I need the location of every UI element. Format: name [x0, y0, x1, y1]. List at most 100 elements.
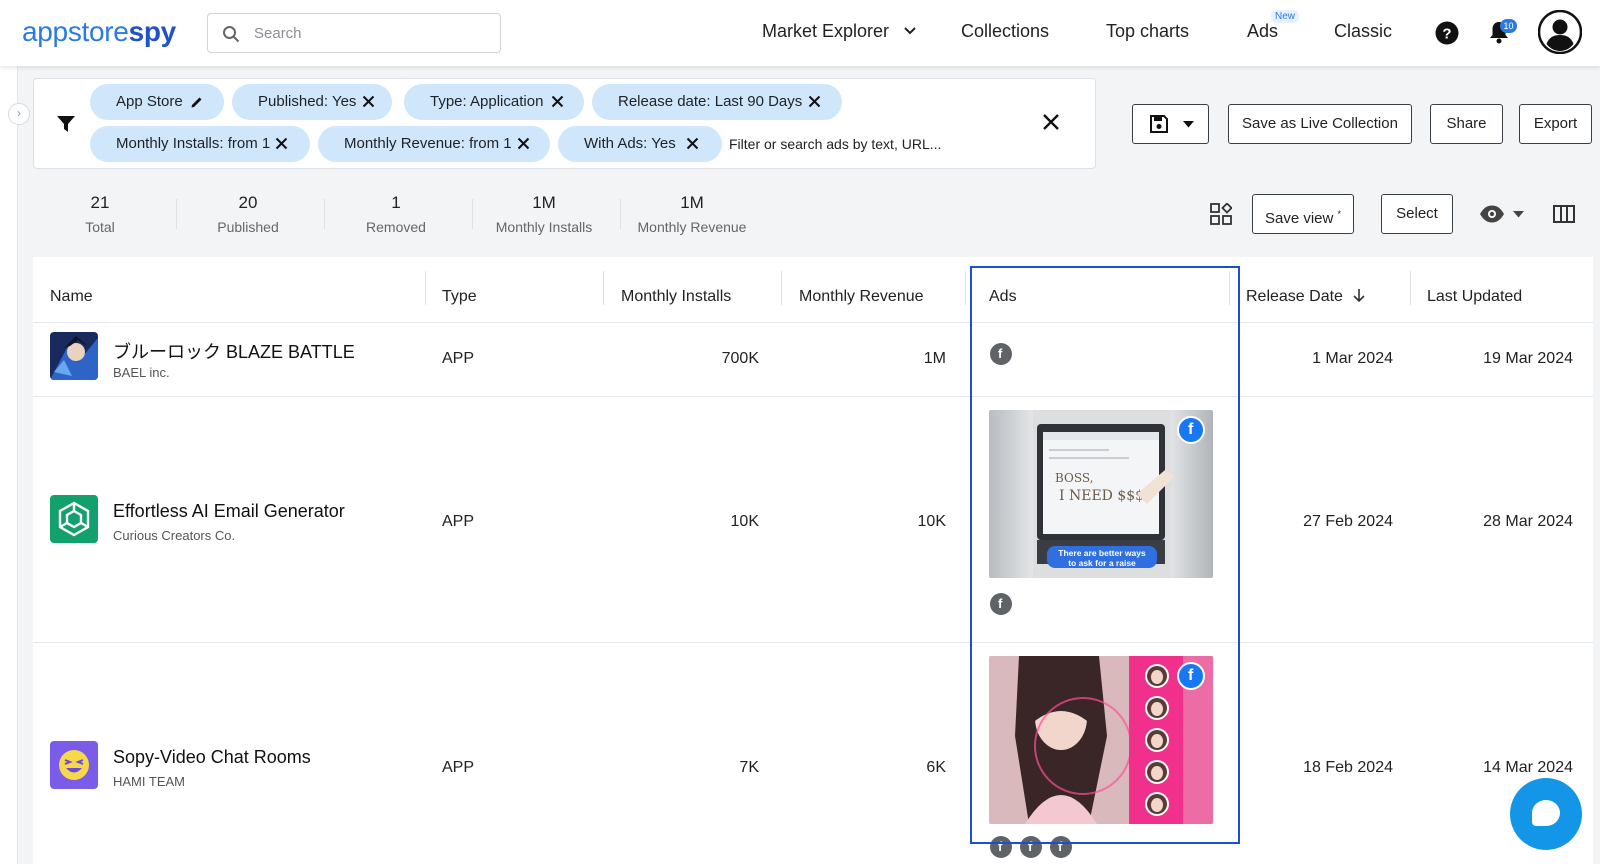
clear-filters-close-icon[interactable] — [1042, 113, 1060, 131]
app-developer[interactable]: BAEL inc. — [113, 365, 170, 380]
last-updated-value: 28 Mar 2024 — [1483, 513, 1573, 530]
nav-classic[interactable]: Classic — [1334, 21, 1392, 42]
logo-text: appstore — [22, 16, 129, 47]
close-icon[interactable] — [517, 137, 530, 150]
facebook-glyph: f — [1188, 667, 1194, 684]
column-header-last-updated[interactable]: Last Updated — [1427, 288, 1522, 306]
column-header-monthly-installs[interactable]: Monthly Installs — [621, 288, 731, 306]
app-icon-hexagon — [50, 495, 98, 543]
monthly-installs-value: 7K — [739, 759, 759, 776]
column-header-name[interactable]: Name — [50, 288, 93, 306]
apps-table: Name Type Monthly Installs Monthly Reven… — [33, 257, 1593, 864]
column-header-monthly-revenue[interactable]: Monthly Revenue — [799, 288, 924, 306]
stat-divider — [176, 199, 177, 229]
edit-pencil-icon[interactable] — [190, 95, 204, 109]
export-button[interactable]: Export — [1519, 104, 1592, 144]
facebook-glyph: f — [1028, 839, 1033, 854]
stat-monthly-revenue: 1M Monthly Revenue — [622, 193, 762, 235]
filter-chip-type[interactable]: Type: Application — [404, 84, 584, 120]
nav-top-charts[interactable]: Top charts — [1106, 21, 1189, 42]
nav-market-explorer[interactable]: Market Explorer — [762, 21, 916, 42]
chip-label: Type: Application — [430, 93, 544, 110]
app-developer[interactable]: HAMI TEAM — [113, 774, 185, 789]
ad-caption-line-2: to ask for a raise — [1068, 558, 1136, 568]
chat-bubble-icon — [1532, 800, 1560, 826]
save-view-label: Save view — [1264, 210, 1334, 227]
help-icon[interactable]: ? — [1435, 21, 1459, 45]
stat-label: Monthly Revenue — [637, 219, 747, 235]
filter-chip-with-ads[interactable]: With Ads: Yes — [558, 126, 722, 162]
filter-chip-monthly-revenue[interactable]: Monthly Revenue: from 1 — [318, 126, 550, 162]
app-name[interactable]: Effortless AI Email Generator — [113, 501, 345, 522]
chevron-down-icon — [904, 27, 916, 35]
save-as-live-collection-button[interactable]: Save as Live Collection — [1228, 104, 1412, 144]
ad-creative-thumbnail[interactable]: f — [989, 656, 1213, 824]
facebook-icon[interactable]: f — [1020, 836, 1042, 858]
filter-icon — [57, 116, 75, 132]
facebook-glyph: f — [998, 346, 1003, 361]
facebook-glyph: f — [998, 839, 1003, 854]
ad-creative-thumbnail[interactable]: BOSS, I NEED $$$ There are better ways t… — [989, 410, 1213, 578]
monthly-installs-value: 700K — [721, 350, 759, 367]
facebook-glyph: f — [1058, 839, 1063, 854]
facebook-icon[interactable]: f — [990, 836, 1012, 858]
app-name[interactable]: Sopy-Video Chat Rooms — [113, 747, 311, 768]
chat-support-button[interactable] — [1510, 778, 1582, 850]
column-header-release-date[interactable]: Release Date — [1246, 288, 1365, 306]
app-name[interactable]: ブルーロック BLAZE BATTLE — [113, 338, 355, 364]
facebook-icon[interactable]: f — [1050, 836, 1072, 858]
columns-icon[interactable] — [1553, 204, 1575, 224]
app-type: APP — [442, 759, 475, 776]
stat-label: Removed — [366, 219, 426, 235]
share-button[interactable]: Share — [1430, 104, 1503, 144]
visibility-dropdown[interactable] — [1479, 204, 1529, 224]
column-header-type[interactable]: Type — [442, 288, 477, 306]
close-icon[interactable] — [686, 137, 699, 150]
close-icon[interactable] — [362, 95, 375, 108]
caret-down-icon — [1183, 121, 1194, 128]
column-header-ads[interactable]: Ads — [989, 288, 1017, 306]
facebook-icon[interactable]: f — [990, 343, 1012, 365]
table-row[interactable]: Sopy-Video Chat Rooms HAMI TEAM APP 7K 6… — [33, 643, 1593, 864]
close-icon[interactable] — [275, 137, 288, 150]
global-search-input[interactable] — [254, 22, 484, 44]
table-row[interactable]: ブルーロック BLAZE BATTLE BAEL inc. APP 700K 1… — [33, 323, 1593, 396]
nav-ads-label: Ads — [1247, 21, 1279, 41]
sort-arrow-down-icon[interactable] — [1353, 288, 1365, 303]
facebook-glyph: f — [998, 596, 1003, 611]
filter-chip-published[interactable]: Published: Yes — [232, 84, 392, 120]
stat-divider — [472, 199, 473, 229]
filter-chip-store[interactable]: App Store — [90, 84, 224, 120]
chip-label: Monthly Revenue: from 1 — [344, 135, 512, 152]
stat-value: 1M — [532, 193, 556, 212]
stat-value: 1M — [680, 193, 704, 212]
facebook-icon[interactable]: f — [990, 593, 1012, 615]
global-search-box[interactable] — [207, 13, 501, 53]
top-navigation-bar: appstorespy Market Explorer Collections … — [0, 0, 1600, 66]
select-button[interactable]: Select — [1381, 194, 1453, 234]
sidebar-expand-button[interactable]: › — [8, 103, 30, 125]
nav-ads[interactable]: Ads New — [1247, 10, 1300, 42]
appstorespy-logo[interactable]: appstorespy — [22, 16, 176, 48]
save-dropdown-button[interactable] — [1132, 104, 1209, 144]
grid-shapes-icon[interactable] — [1210, 203, 1232, 225]
close-icon[interactable] — [808, 95, 821, 108]
stat-monthly-installs: 1M Monthly Installs — [474, 193, 614, 235]
filter-chip-monthly-installs[interactable]: Monthly Installs: from 1 — [90, 126, 310, 162]
last-updated-value: 14 Mar 2024 — [1483, 759, 1573, 776]
app-type: APP — [442, 350, 475, 367]
user-avatar-icon[interactable] — [1538, 10, 1582, 54]
chip-label: Release date: Last 90 Days — [618, 93, 803, 110]
filter-chip-release-date[interactable]: Release date: Last 90 Days — [592, 84, 842, 120]
stat-divider — [620, 199, 621, 229]
facebook-badge-icon: f — [1177, 662, 1205, 690]
close-icon[interactable] — [551, 95, 564, 108]
table-row[interactable]: Effortless AI Email Generator Curious Cr… — [33, 397, 1593, 642]
app-developer[interactable]: Curious Creators Co. — [113, 528, 235, 543]
stat-value: 1 — [391, 193, 401, 212]
last-updated-value: 19 Mar 2024 — [1483, 350, 1573, 367]
nav-collections[interactable]: Collections — [961, 21, 1049, 42]
stat-value: 21 — [90, 193, 110, 212]
save-view-button[interactable]: Save view * — [1252, 194, 1354, 234]
filter-search-input[interactable] — [729, 132, 1009, 156]
